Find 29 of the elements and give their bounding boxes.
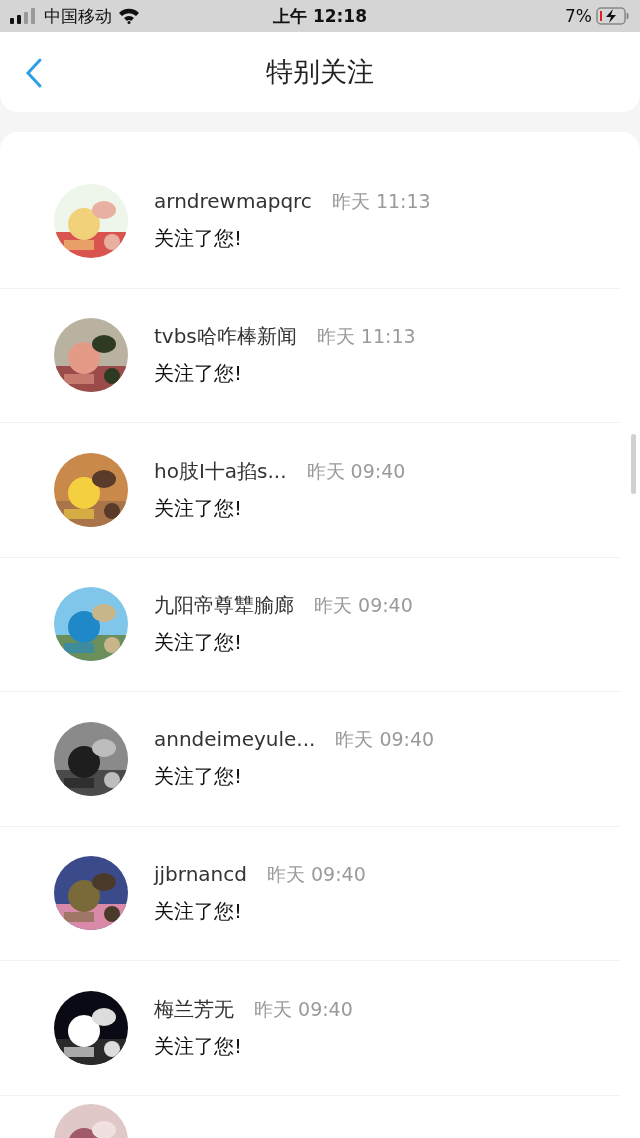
timestamp: 昨天 09:40 — [314, 593, 413, 619]
user-name[interactable]: ho肢I十a掐s... — [154, 457, 287, 485]
timestamp: 昨天 11:13 — [316, 324, 416, 350]
message-text: 关注了您! — [154, 494, 244, 522]
battery-percentage: 7% — [565, 6, 592, 26]
user-name[interactable]: 九阳帝尊犨腧廊 — [154, 592, 294, 620]
user-name[interactable]: 梅兰芳无 — [154, 995, 234, 1023]
user-name[interactable]: tvbs哈咋棒新闻 — [154, 323, 297, 351]
battery-icon — [596, 7, 630, 25]
timestamp: 昨天 09:40 — [306, 458, 406, 484]
user-name[interactable]: anndeimeyule... — [154, 727, 316, 752]
timestamp: 昨天 11:13 — [331, 189, 431, 215]
message-text: 关注了您! — [154, 897, 244, 925]
message-text: 关注了您! — [154, 225, 244, 253]
timestamp: 昨天 09:40 — [254, 996, 353, 1022]
clock-time: 上午 12:18 — [273, 4, 367, 28]
message-text: 关注了您! — [154, 629, 244, 657]
message-text: 关注了您! — [154, 360, 244, 388]
user-name[interactable]: arndrewmapqrc — [154, 189, 312, 214]
signal-icon — [10, 8, 38, 24]
wifi-icon — [118, 8, 140, 24]
user-name[interactable]: jjbrnancd — [154, 861, 247, 886]
timestamp: 昨天 09:40 — [267, 861, 366, 887]
carrier-name: 中国移动 — [44, 4, 112, 28]
scrollbar — [631, 434, 636, 494]
page-title: 特别关注 — [266, 55, 374, 89]
message-text: 关注了您! — [154, 763, 244, 791]
timestamp: 昨天 09:40 — [335, 727, 435, 753]
message-text: 关注了您! — [154, 1032, 244, 1060]
